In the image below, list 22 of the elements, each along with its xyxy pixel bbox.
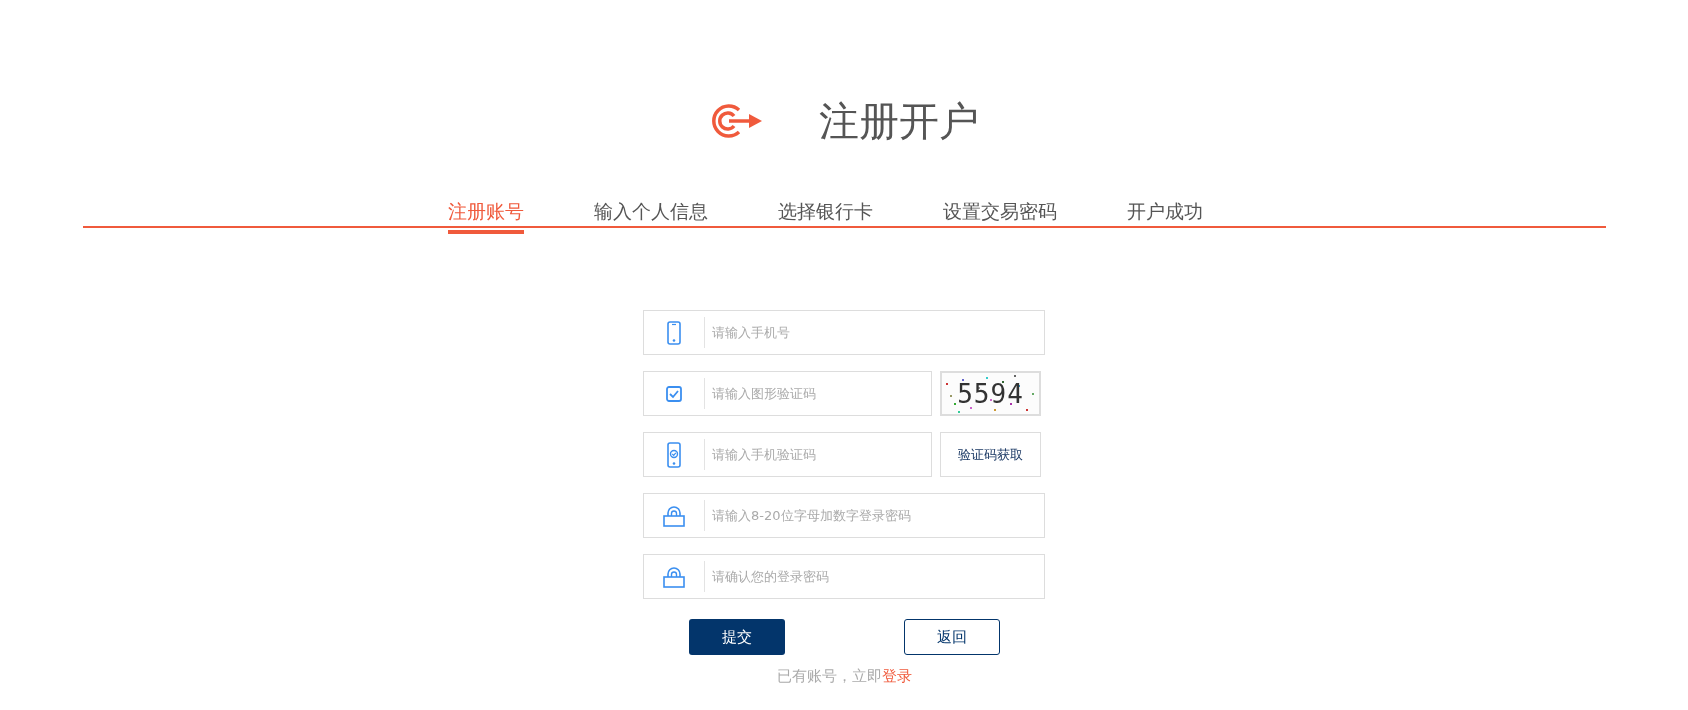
submit-button[interactable]: 提交: [689, 619, 785, 655]
step-tab[interactable]: 输入个人信息: [593, 198, 708, 234]
get-code-button[interactable]: 验证码获取: [940, 432, 1041, 477]
back-button[interactable]: 返回: [904, 619, 1000, 655]
checkbox-icon: [666, 385, 682, 402]
captcha-image[interactable]: 5594: [940, 371, 1041, 416]
input-field[interactable]: 请输入手机验证码: [643, 432, 932, 477]
input-field[interactable]: 请输入8-20位字母加数字登录密码: [643, 493, 1045, 538]
input-field[interactable]: 请输入手机号: [643, 310, 1045, 355]
input-field[interactable]: 请确认您的登录密码: [643, 554, 1045, 599]
step-tab[interactable]: 设置交易密码: [942, 198, 1057, 234]
input-field[interactable]: 请输入图形验证码: [643, 371, 932, 416]
lock-icon: [663, 565, 685, 588]
lock-icon: [663, 504, 685, 527]
step-tab[interactable]: 开户成功: [1126, 198, 1203, 234]
page-title: 注册开户: [819, 98, 979, 144]
login-prompt: 已有账号，立即登录: [776, 667, 912, 686]
phone-icon: [667, 320, 681, 345]
login-link[interactable]: 登录: [881, 667, 912, 685]
phone-check-icon: [667, 441, 681, 468]
logo-icon: [709, 101, 763, 141]
step-tab[interactable]: 选择银行卡: [777, 198, 873, 234]
